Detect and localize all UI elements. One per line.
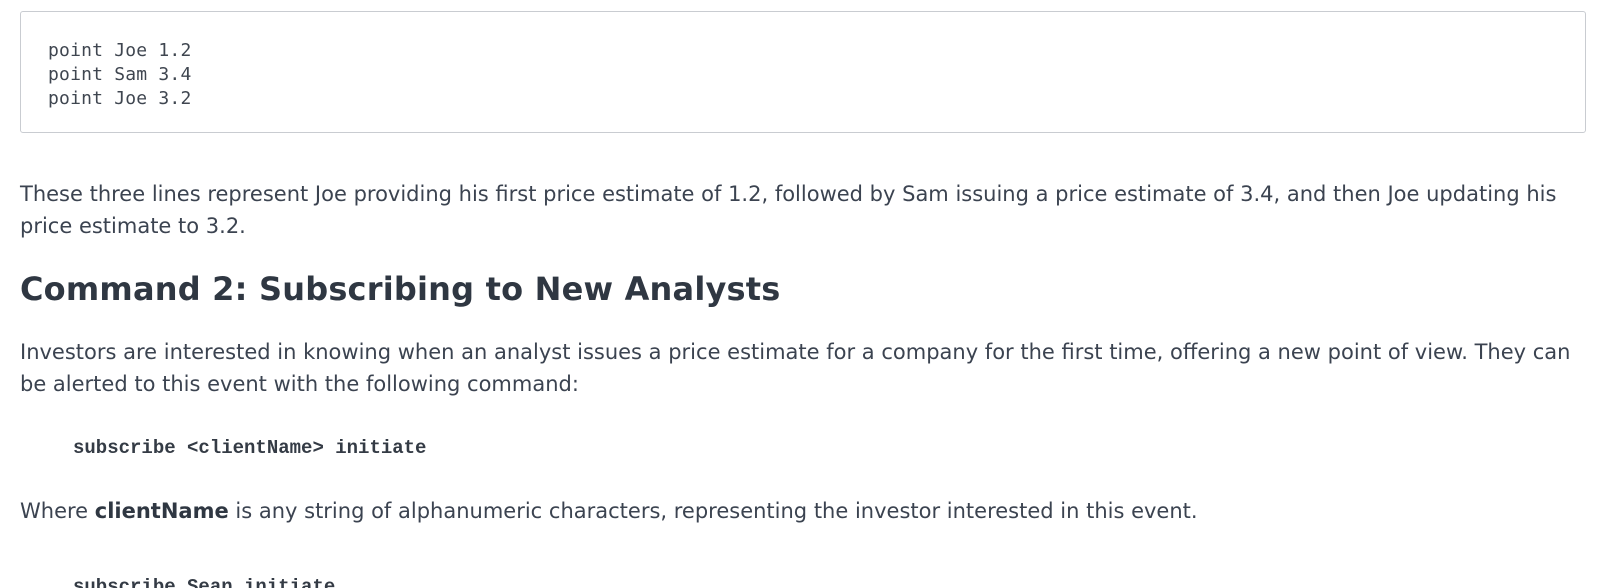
command-example: subscribe Sean initiate: [73, 576, 336, 588]
code-line: point Sam 3.4: [48, 64, 192, 85]
section-heading: Command 2: Subscribing to New Analysts: [20, 270, 781, 308]
term-clientname: clientName: [94, 499, 229, 523]
paragraph-clientname: Where clientName is any string of alphan…: [20, 495, 1586, 527]
code-line: point Joe 3.2: [48, 88, 192, 109]
command-syntax: subscribe <clientName> initiate: [73, 437, 427, 459]
article-content: point Joe 1.2 point Sam 3.4 point Joe 3.…: [20, 11, 1586, 588]
code-line: point Joe 1.2: [48, 40, 192, 61]
paragraph-price-estimates: These three lines represent Joe providin…: [20, 182, 1557, 238]
paragraph-investors: Investors are interested in knowing when…: [20, 340, 1571, 396]
code-block: point Joe 1.2 point Sam 3.4 point Joe 3.…: [20, 11, 1586, 133]
paragraph-suffix: is any string of alphanumeric characters…: [228, 499, 1198, 523]
paragraph-prefix: Where: [20, 499, 95, 523]
